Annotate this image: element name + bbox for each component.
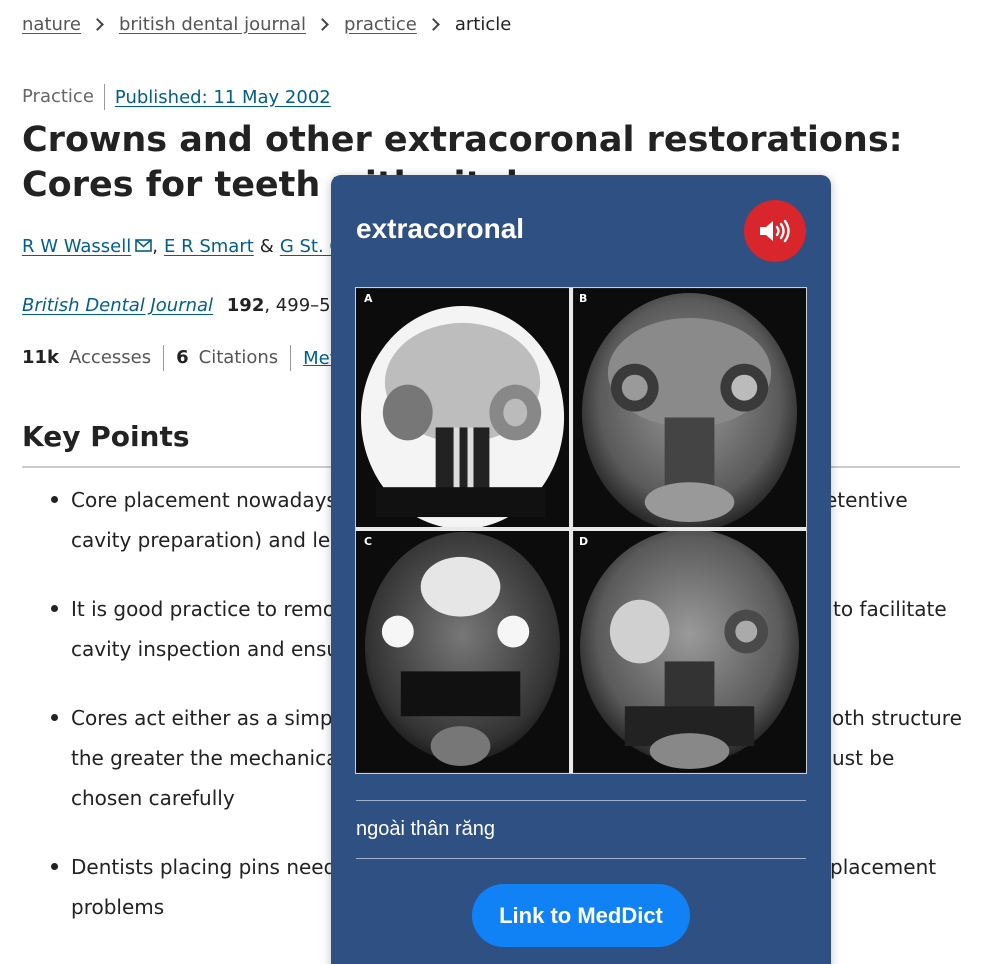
translation-text: ngoài thân răng [356,818,496,840]
citations-count: 6 [176,347,189,368]
popup-term: extracoronal [356,213,525,244]
chevron-right-icon [426,18,440,31]
author-separator: , [152,236,158,257]
key-point-text: It is good practice to remo [71,597,336,621]
author-list: R W Wassell , E R Smart & G St. C [22,236,342,257]
article-meta: Practice Published: 11 May 2002 [22,84,331,110]
key-point-text: cavity inspection and ensu [71,637,340,661]
accesses-count: 11k [22,347,60,368]
key-point-text: cavity preparation) and le [71,528,331,552]
key-point-text: oth structure [832,706,962,730]
svg-text:A: A [364,292,373,305]
key-point-text: placement [830,855,937,879]
breadcrumb: nature british dental journal practice a… [22,14,511,35]
journal-link[interactable]: British Dental Journal [22,295,213,316]
scan-panel-a: A [356,288,570,530]
popup-divider [356,858,806,859]
accesses-label: Accesses [69,347,152,368]
svg-text:D: D [579,535,588,548]
breadcrumb-nature[interactable]: nature [22,14,81,35]
speaker-icon [760,219,790,243]
mail-icon[interactable] [135,239,153,252]
audio-button[interactable] [744,200,806,262]
published-date-link[interactable]: Published: 11 May 2002 [105,87,331,108]
key-point-text: Cores act either as a simp [71,706,333,730]
scan-panel-b: B [573,288,806,532]
chevron-right-icon [316,18,329,31]
scan-panel-d: D [573,529,806,773]
author-link-smart[interactable]: E R Smart [164,236,254,257]
breadcrumb-practice[interactable]: practice [344,14,417,35]
key-point-text: chosen carefully [71,786,235,810]
citations-metric: 6 Citations [176,345,292,371]
accesses-metric: 11k Accesses [22,345,165,371]
key-point-text: ust be [832,746,895,770]
scan-panel-c: C [356,530,570,773]
key-point-text: to facilitate [833,597,947,621]
key-point-text: problems [71,895,165,919]
author-link-wassell[interactable]: R W Wassell [22,236,131,257]
dictionary-popup: extracoronal A B C D ngoài thân răng Lin… [331,175,831,964]
chevron-right-icon [91,18,104,31]
citation: British Dental Journal 192, 499–50 [22,295,342,316]
breadcrumb-current: article [454,14,512,35]
key-point-text: Dentists placing pins need [71,855,337,879]
mri-scan-image: A B C D [355,287,807,774]
key-point-text: the greater the mechanica [71,746,339,770]
volume-number: 192 [226,295,265,316]
key-point-text: etentive [825,488,908,512]
article-metrics: 11k Accesses 6 Citations Met [22,345,337,371]
breadcrumb-british-dental-journal[interactable]: british dental journal [119,14,306,35]
article-type: Practice [22,84,105,110]
key-point-text: Core placement nowadays [71,488,337,512]
svg-text:C: C [364,535,372,548]
author-ampersand: & [259,236,274,257]
popup-divider [356,800,806,801]
key-points-heading: Key Points [22,420,190,453]
svg-text:B: B [579,292,587,305]
citations-label: Citations [198,347,279,368]
meddict-link-button[interactable]: Link to MedDict [472,884,690,947]
